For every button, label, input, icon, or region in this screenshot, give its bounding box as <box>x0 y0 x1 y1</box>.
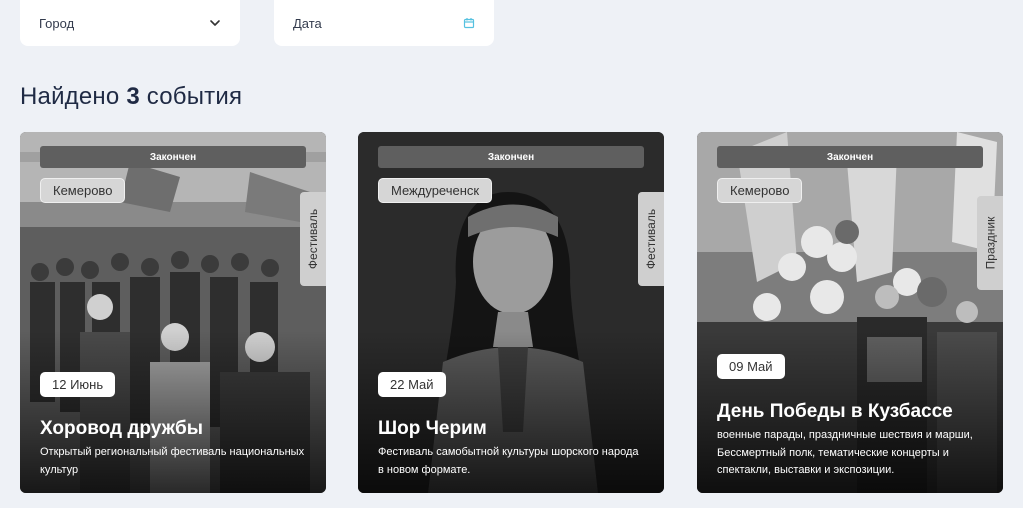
event-description: Фестиваль самобытной культуры шорского н… <box>378 446 639 476</box>
status-badge: Закончен <box>717 146 983 168</box>
category-label: Фестиваль <box>644 208 659 270</box>
date-badge: 09 Май <box>717 354 785 379</box>
city-select-label: Город <box>39 15 75 31</box>
city-select[interactable]: Город <box>20 0 240 46</box>
calendar-icon <box>463 18 475 29</box>
event-card[interactable]: Закончен Междуреченск Фестиваль 22 Май Ш… <box>358 132 664 493</box>
category-tab[interactable]: Праздник <box>977 196 1003 290</box>
category-label: Праздник <box>983 216 998 270</box>
date-picker-label: Дата <box>293 15 322 31</box>
event-card[interactable]: Закончен Кемерово Фестиваль 12 Июнь Хоро… <box>20 132 326 493</box>
city-badge: Междуреченск <box>378 178 493 203</box>
date-badge: 22 Май <box>378 372 446 397</box>
date-badge: 12 Июнь <box>40 372 116 397</box>
city-badge: Кемерово <box>717 178 803 203</box>
event-description: военные парады, праздничные шествия и ма… <box>717 429 973 476</box>
event-description: Открытый региональный фестиваль национал… <box>40 446 305 476</box>
date-picker[interactable]: Дата <box>274 0 494 46</box>
results-suffix: события <box>146 83 243 110</box>
category-label: Фестиваль <box>306 208 321 270</box>
status-badge: Закончен <box>378 146 644 168</box>
results-prefix: Найдено <box>20 83 120 110</box>
event-title[interactable]: Хоровод дружбы <box>40 418 312 440</box>
results-count: 3 <box>126 83 140 110</box>
category-tab[interactable]: Фестиваль <box>300 192 326 286</box>
event-card[interactable]: Закончен Кемерово Праздник 09 Май День П… <box>697 132 1003 493</box>
results-heading: Найдено 3 события <box>20 83 242 111</box>
chevron-down-icon <box>210 20 220 26</box>
event-title[interactable]: День Победы в Кузбассе <box>717 401 989 423</box>
status-badge: Закончен <box>40 146 306 168</box>
category-tab[interactable]: Фестиваль <box>638 192 664 286</box>
event-title[interactable]: Шор Черим <box>378 418 650 440</box>
city-badge: Кемерово <box>40 178 126 203</box>
